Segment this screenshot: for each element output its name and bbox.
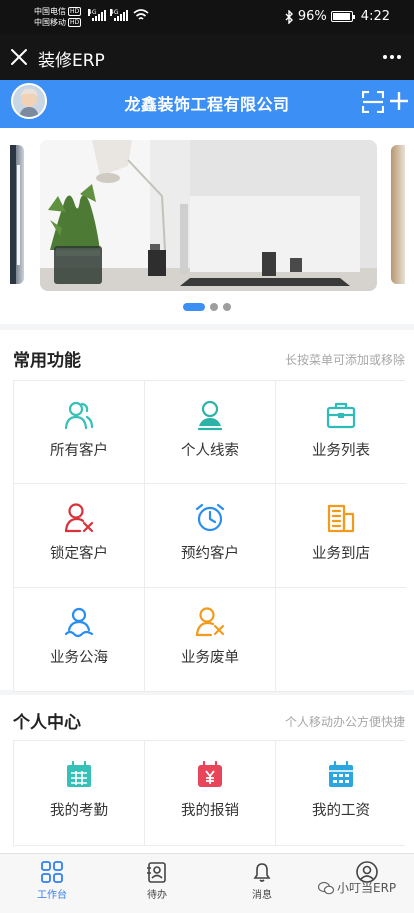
- common-functions-grid: 所有客户 个人线索 业务列表锁定客户 预约客户 业务到店业务公海 业务废单: [13, 380, 406, 692]
- calendar-grid-icon: [329, 760, 353, 787]
- status-bar: 中国电信 HD 中国移动 HD 4G 4G 96% 4:22: [0, 0, 414, 34]
- wechat-icon: [318, 881, 334, 894]
- signal-icon: 4G: [110, 9, 128, 21]
- personal-center-header: 个人中心 个人移动办公方便快捷: [0, 695, 414, 740]
- company-header: 龙鑫装饰工程有限公司: [0, 80, 414, 128]
- more-icon[interactable]: [380, 48, 404, 66]
- function-label: 锁定客户: [50, 546, 108, 562]
- function-label: 业务废单: [181, 650, 239, 666]
- section-hint: 长按菜单可添加或移除: [284, 353, 405, 367]
- function-label: 个人线索: [181, 443, 239, 459]
- carrier-2: 中国移动: [34, 18, 66, 27]
- function-label: 我的工资: [312, 803, 370, 819]
- person-wave-icon: [64, 607, 94, 638]
- calendar-icon: [67, 760, 91, 787]
- bluetooth-icon: [285, 9, 293, 24]
- battery-percent: 96%: [297, 9, 327, 24]
- add-icon[interactable]: [389, 91, 409, 111]
- section-title: 个人中心: [13, 713, 81, 733]
- function-label: 所有客户: [50, 443, 108, 459]
- wifi-icon: [133, 9, 149, 20]
- battery-icon: [330, 11, 355, 22]
- building-icon: [327, 504, 355, 533]
- section-title: 常用功能: [13, 351, 81, 371]
- carousel-dot[interactable]: [223, 303, 231, 311]
- user-cancel-icon: [195, 607, 225, 637]
- function-item-user-cancel[interactable]: 业务废单: [145, 588, 276, 691]
- todo-icon: [147, 862, 166, 883]
- function-label: 我的报销: [181, 803, 239, 819]
- banner-image[interactable]: [40, 140, 377, 291]
- tab-label: 工作台: [37, 890, 67, 901]
- function-item-users[interactable]: 所有客户: [14, 381, 145, 484]
- common-functions-header: 常用功能 长按菜单可添加或移除: [0, 330, 414, 380]
- carousel-dot[interactable]: [183, 303, 205, 311]
- function-label: 业务公海: [50, 650, 108, 666]
- watermark-text: 小叮当ERP: [337, 881, 397, 895]
- empty-cell: [276, 588, 406, 691]
- user-remove-icon: [64, 503, 94, 533]
- close-icon[interactable]: [8, 46, 30, 68]
- section-hint: 个人移动办公方便快捷: [284, 715, 405, 729]
- function-item-building[interactable]: 业务到店: [276, 484, 406, 588]
- person-icon: [197, 400, 223, 431]
- personal-center-grid: 我的考勤 我的报销 我的工资: [13, 740, 406, 846]
- function-label: 业务到店: [312, 546, 370, 562]
- carousel-dot[interactable]: [210, 303, 218, 311]
- scan-icon[interactable]: [362, 91, 384, 113]
- tab-workbench[interactable]: 工作台: [12, 860, 92, 901]
- function-item-person[interactable]: 个人线索: [145, 381, 276, 484]
- function-label: 预约客户: [181, 546, 239, 562]
- function-item-yen-calendar[interactable]: 我的报销: [145, 741, 276, 845]
- tab-label: 待办: [147, 890, 167, 901]
- function-item-calendar-grid[interactable]: 我的工资: [276, 741, 406, 845]
- tab-messages[interactable]: 消息: [222, 860, 302, 901]
- company-name: 龙鑫装饰工程有限公司: [124, 95, 290, 114]
- banner-prev-slide[interactable]: [10, 145, 24, 284]
- yen-calendar-icon: [198, 760, 222, 787]
- function-item-briefcase[interactable]: 业务列表: [276, 381, 406, 484]
- function-label: 我的考勤: [50, 803, 108, 819]
- carrier-1: 中国电信: [34, 7, 66, 16]
- hd-badge: HD: [68, 18, 82, 27]
- battery-fill: [332, 13, 351, 20]
- carousel-indicator: [0, 303, 414, 311]
- watermark: 小叮当ERP: [318, 879, 396, 896]
- alarm-clock-icon: [195, 503, 225, 532]
- users-icon: [64, 401, 94, 430]
- tab-todo[interactable]: 待办: [117, 860, 197, 901]
- bell-icon: [253, 863, 271, 882]
- function-item-alarm-clock[interactable]: 预约客户: [145, 484, 276, 588]
- banner-next-slide[interactable]: [391, 145, 405, 284]
- clock: 4:22: [360, 9, 390, 24]
- banner-carousel: [0, 128, 414, 324]
- grid-icon: [41, 861, 63, 883]
- tab-label: 消息: [252, 890, 272, 901]
- function-item-calendar[interactable]: 我的考勤: [14, 741, 145, 845]
- carrier-info: 中国电信 HD 中国移动 HD: [34, 6, 82, 28]
- app-bar: 装修ERP: [0, 34, 414, 80]
- briefcase-icon: [326, 402, 356, 429]
- signal-icon: 4G: [88, 9, 106, 21]
- function-label: 业务列表: [312, 443, 370, 459]
- hd-badge: HD: [68, 7, 82, 16]
- function-item-user-remove[interactable]: 锁定客户: [14, 484, 145, 588]
- function-item-person-wave[interactable]: 业务公海: [14, 588, 145, 691]
- app-title: 装修ERP: [38, 51, 105, 71]
